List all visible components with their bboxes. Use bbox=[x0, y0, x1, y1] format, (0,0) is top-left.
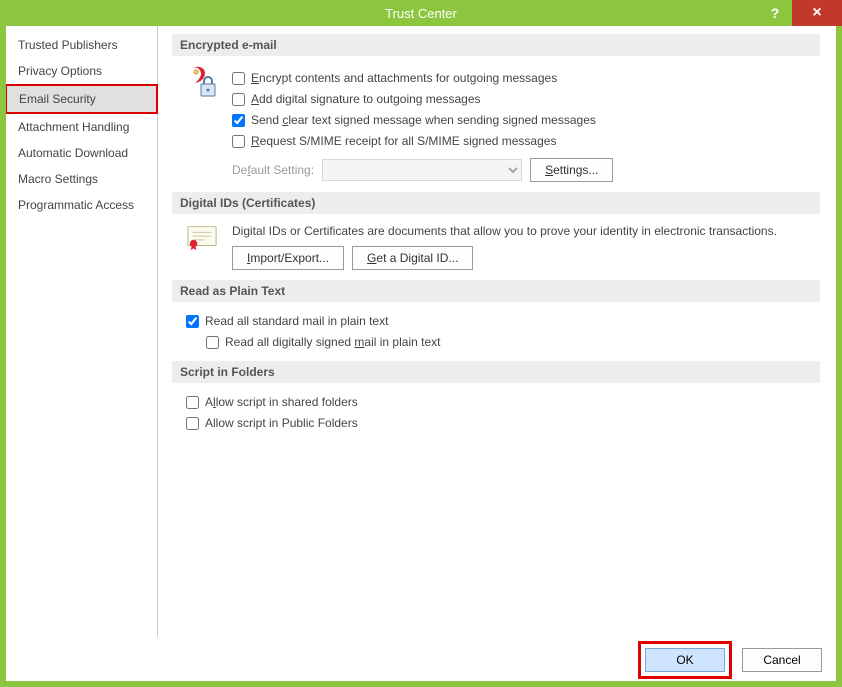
label-script-shared: Allow script in shared folders bbox=[205, 393, 358, 411]
section-header-encrypted: Encrypted e-mail bbox=[172, 34, 820, 56]
import-export-button[interactable]: Import/Export... bbox=[232, 246, 344, 270]
cancel-button[interactable]: Cancel bbox=[742, 648, 822, 672]
certificate-icon bbox=[186, 224, 218, 252]
section-header-script: Script in Folders bbox=[172, 361, 820, 383]
sidebar-item-automatic-download[interactable]: Automatic Download bbox=[6, 140, 157, 166]
checkbox-clear-text[interactable] bbox=[232, 114, 245, 127]
label-read-signed-plain: Read all digitally signed mail in plain … bbox=[225, 333, 440, 351]
ok-highlight-box: OK bbox=[638, 641, 732, 679]
label-script-public: Allow script in Public Folders bbox=[205, 414, 358, 432]
checkbox-read-standard-plain[interactable] bbox=[186, 315, 199, 328]
sidebar-item-trusted-publishers[interactable]: Trusted Publishers bbox=[6, 32, 157, 58]
sidebar-item-attachment-handling[interactable]: Attachment Handling bbox=[6, 114, 157, 140]
section-header-plain-text: Read as Plain Text bbox=[172, 280, 820, 302]
label-smime-receipt: Request S/MIME receipt for all S/MIME si… bbox=[251, 132, 556, 150]
checkbox-smime-receipt[interactable] bbox=[232, 135, 245, 148]
checkbox-encrypt-contents[interactable] bbox=[232, 72, 245, 85]
sidebar-item-macro-settings[interactable]: Macro Settings bbox=[6, 166, 157, 192]
label-clear-text: Send clear text signed message when send… bbox=[251, 111, 596, 129]
label-default-setting: Default Setting: bbox=[232, 163, 314, 177]
checkbox-read-signed-plain[interactable] bbox=[206, 336, 219, 349]
select-default-setting[interactable] bbox=[322, 159, 522, 181]
ok-button[interactable]: OK bbox=[645, 648, 725, 672]
label-add-signature: Add digital signature to outgoing messag… bbox=[251, 90, 481, 108]
checkbox-add-signature[interactable] bbox=[232, 93, 245, 106]
digital-id-description: Digital IDs or Certificates are document… bbox=[232, 224, 820, 238]
section-header-digital-ids: Digital IDs (Certificates) bbox=[172, 192, 820, 214]
ribbon-lock-icon bbox=[186, 66, 218, 100]
sidebar: Trusted Publishers Privacy Options Email… bbox=[6, 26, 158, 637]
checkbox-script-public[interactable] bbox=[186, 417, 199, 430]
sidebar-item-privacy-options[interactable]: Privacy Options bbox=[6, 58, 157, 84]
window-title: Trust Center bbox=[0, 6, 842, 21]
dialog-footer: OK Cancel bbox=[6, 637, 836, 681]
label-encrypt-contents: Encrypt contents and attachments for out… bbox=[251, 69, 557, 87]
dialog-body: Trusted Publishers Privacy Options Email… bbox=[6, 26, 836, 637]
content-pane: Encrypted e-mail Encrypt contents and bbox=[158, 26, 836, 637]
titlebar: Trust Center ? × bbox=[0, 0, 842, 26]
sidebar-item-email-security[interactable]: Email Security bbox=[6, 84, 158, 114]
checkbox-script-shared[interactable] bbox=[186, 396, 199, 409]
help-button[interactable]: ? bbox=[758, 0, 792, 26]
close-button[interactable]: × bbox=[792, 0, 842, 26]
get-digital-id-button[interactable]: Get a Digital ID... bbox=[352, 246, 473, 270]
label-read-standard-plain: Read all standard mail in plain text bbox=[205, 312, 388, 330]
trust-center-window: Trust Center ? × Trusted Publishers Priv… bbox=[0, 0, 842, 687]
sidebar-item-programmatic-access[interactable]: Programmatic Access bbox=[6, 192, 157, 218]
settings-button[interactable]: Settings... bbox=[530, 158, 613, 182]
